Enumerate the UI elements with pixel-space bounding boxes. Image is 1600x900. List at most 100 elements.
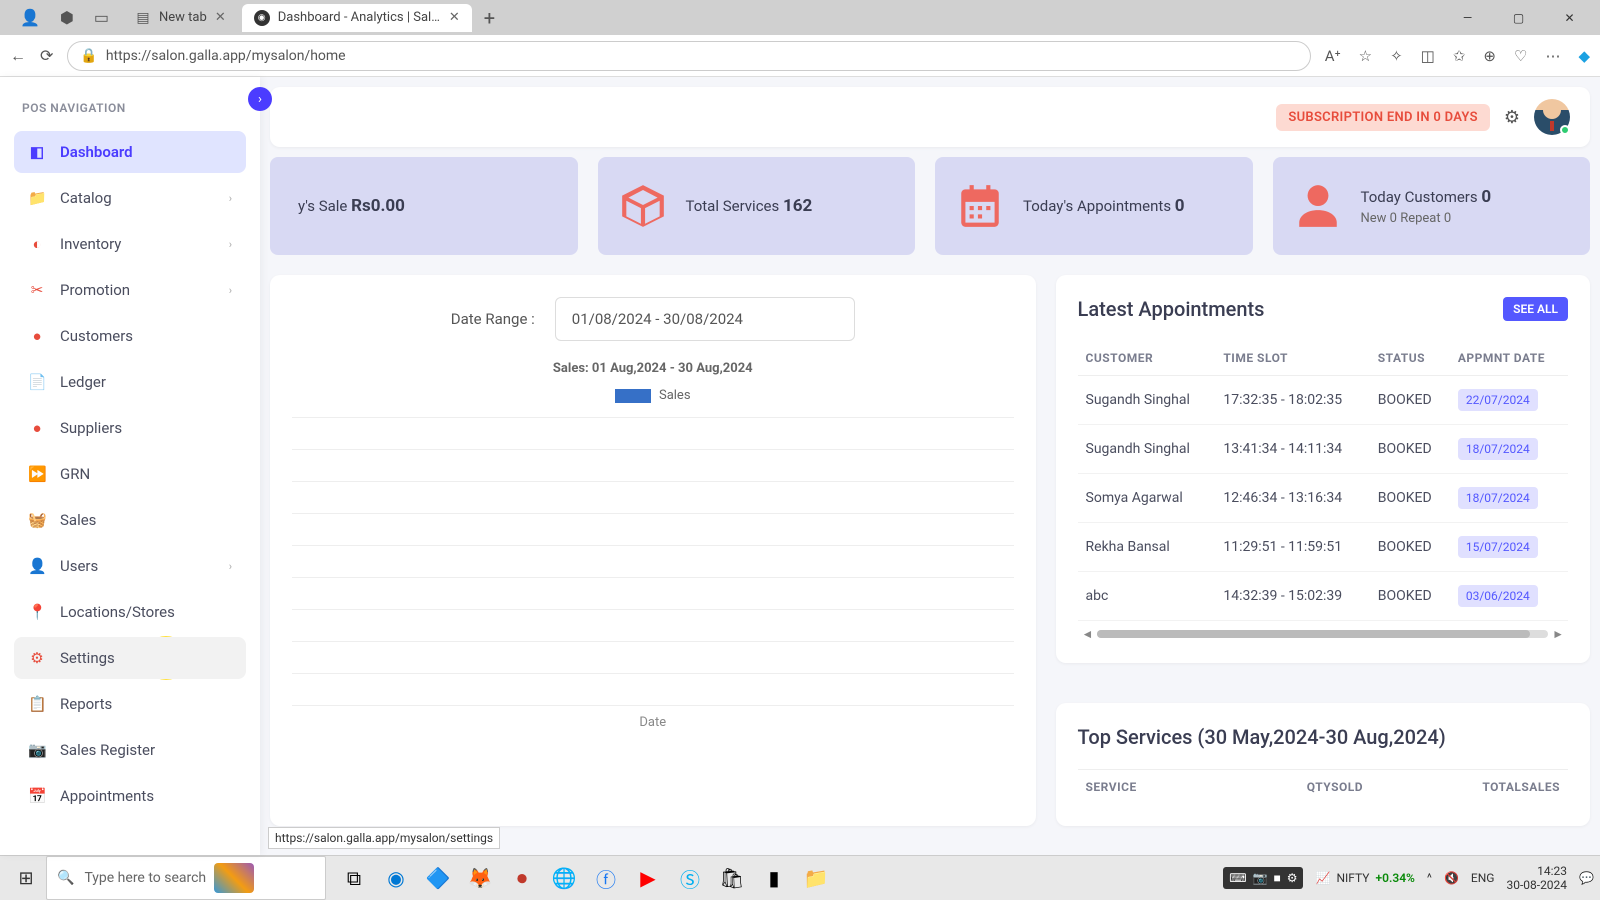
sidebar-item-suppliers[interactable]: ● Suppliers — [14, 407, 246, 449]
user-avatar[interactable] — [1534, 99, 1570, 135]
menu-icon[interactable]: ⋯ — [1545, 47, 1560, 65]
stat-card: y's Sale Rs0.00 — [270, 157, 578, 255]
appointments-title: Latest Appointments — [1078, 297, 1265, 321]
tab-close-icon[interactable]: ✕ — [215, 10, 226, 25]
stock-name: NIFTY — [1336, 871, 1369, 885]
scroll-right-icon[interactable]: ► — [1548, 627, 1568, 641]
skype-icon[interactable]: Ⓢ — [676, 864, 704, 892]
app-icon[interactable]: ▮ — [760, 864, 788, 892]
cell-customer: Sugandh Singhal — [1078, 425, 1216, 474]
sidebar-item-settings[interactable]: ⚙ Settings — [14, 637, 246, 679]
browser-tab-strip: 👤 ⬢ ▭ ▤ New tab ✕ ◉ Dashboard - Analytic… — [0, 0, 1600, 35]
language-indicator[interactable]: ENG — [1471, 871, 1495, 885]
search-icon: 🔍 — [57, 870, 74, 886]
table-scrollbar[interactable]: ◄ ► — [1078, 627, 1568, 641]
sidebar-item-customers[interactable]: ● Customers — [14, 315, 246, 357]
explorer-icon[interactable]: 📁 — [802, 864, 830, 892]
legend-label: Sales — [659, 388, 691, 403]
sidebar-item-appointments[interactable]: 📅 Appointments — [14, 775, 246, 817]
downloads-icon[interactable]: ♡ — [1514, 47, 1527, 65]
scroll-left-icon[interactable]: ◄ — [1078, 627, 1098, 641]
extensions-icon[interactable]: ✧ — [1390, 47, 1403, 65]
favorites-icon[interactable]: ✩ — [1453, 47, 1466, 65]
nav-icon: ● — [28, 419, 46, 437]
date-range-input[interactable] — [555, 297, 855, 341]
nav-label: Inventory — [60, 235, 121, 253]
collections-icon[interactable]: ⊕ — [1483, 47, 1496, 65]
tab-actions-icon[interactable]: ▭ — [94, 8, 109, 27]
see-all-button[interactable]: SEE ALL — [1503, 297, 1568, 321]
nav-icon: 📄 — [28, 373, 46, 391]
maximize-button[interactable]: ▢ — [1496, 3, 1541, 33]
back-icon[interactable]: ← — [10, 46, 26, 66]
nav-label: Catalog — [60, 189, 112, 207]
column-header: TIME SLOT — [1215, 341, 1369, 376]
copilot-task-icon[interactable]: 🔷 — [424, 864, 452, 892]
browser-tab-dashboard[interactable]: ◉ Dashboard - Analytics | Salon & S ✕ — [242, 4, 472, 32]
volume-mute-icon[interactable]: 🔇 — [1444, 871, 1459, 885]
youtube-icon[interactable]: ▶ — [634, 864, 662, 892]
clock[interactable]: 14:23 30-08-2024 — [1506, 864, 1567, 893]
address-bar: ← ⟳ 🔒 https://salon.galla.app/mysalon/ho… — [0, 35, 1600, 77]
stock-widget[interactable]: 📈 NIFTY +0.34% — [1315, 871, 1414, 885]
table-row[interactable]: Sugandh Singhal 13:41:34 - 14:11:34 BOOK… — [1078, 425, 1568, 474]
url-input[interactable]: 🔒 https://salon.galla.app/mysalon/home — [67, 41, 1310, 71]
table-row[interactable]: Sugandh Singhal 17:32:35 - 18:02:35 BOOK… — [1078, 376, 1568, 425]
sidebar-item-dashboard[interactable]: ◧ Dashboard — [14, 131, 246, 173]
workspaces-icon[interactable]: ⬢ — [60, 8, 74, 27]
firefox-icon[interactable]: 🦊 — [466, 864, 494, 892]
task-view-icon[interactable]: ⧉ — [340, 864, 368, 892]
tab-favicon-icon: ▤ — [135, 10, 151, 26]
browser-tab-new[interactable]: ▤ New tab ✕ — [123, 4, 238, 32]
taskbar-search[interactable]: 🔍 Type here to search — [46, 856, 326, 900]
tab-close-icon[interactable]: ✕ — [449, 10, 460, 25]
table-row[interactable]: Rekha Bansal 11:29:51 - 11:59:51 BOOKED … — [1078, 523, 1568, 572]
notifications-icon[interactable]: 💬 — [1579, 871, 1594, 885]
store-icon[interactable]: 🛍 — [718, 864, 746, 892]
sidebar-item-reports[interactable]: 📋 Reports — [14, 683, 246, 725]
chart-area — [292, 417, 1014, 707]
nav-icon: ◐ — [28, 235, 46, 253]
close-window-button[interactable]: ✕ — [1547, 3, 1592, 33]
record-icon[interactable]: ⏺ — [508, 864, 536, 892]
copilot-icon[interactable]: ◆ — [1578, 47, 1590, 65]
edge-icon[interactable]: ◉ — [382, 864, 410, 892]
chevron-right-icon: › — [229, 560, 232, 573]
profile-icon[interactable]: 👤 — [20, 8, 40, 27]
sidebar-item-sales[interactable]: 🧺 Sales — [14, 499, 246, 541]
tray-expand-icon[interactable]: ^ — [1427, 871, 1432, 885]
sidebar-item-locations-stores[interactable]: 📍 Locations/Stores — [14, 591, 246, 633]
main-content: SUBSCRIPTION END IN 0 DAYS ⚙ d y's Sale … — [260, 77, 1600, 855]
video-icon: ■ — [1273, 871, 1280, 885]
start-button[interactable]: ⊞ — [6, 858, 46, 898]
sidebar-toggle-button[interactable]: › — [248, 87, 272, 111]
chrome-icon[interactable]: 🌐 — [550, 864, 578, 892]
refresh-icon[interactable]: ⟳ — [40, 46, 53, 65]
stat-text: Today's Appointments 0 — [1023, 196, 1185, 216]
cell-status: BOOKED — [1370, 376, 1450, 425]
sidebar-item-ledger[interactable]: 📄 Ledger — [14, 361, 246, 403]
table-row[interactable]: Somya Agarwal 12:46:34 - 13:16:34 BOOKED… — [1078, 474, 1568, 523]
split-icon[interactable]: ◫ — [1421, 47, 1435, 65]
favorite-icon[interactable]: ☆ — [1359, 47, 1372, 65]
facebook-icon[interactable]: ⓕ — [592, 864, 620, 892]
text-size-icon[interactable]: A⁺ — [1325, 47, 1341, 65]
sidebar-item-inventory[interactable]: ◐ Inventory › — [14, 223, 246, 265]
sidebar-item-users[interactable]: 👤 Users › — [14, 545, 246, 587]
settings-gear-icon[interactable]: ⚙ — [1504, 107, 1520, 128]
sidebar-item-sales-register[interactable]: 📷 Sales Register — [14, 729, 246, 771]
date-range-label: Date Range : — [451, 310, 535, 328]
sidebar-item-grn[interactable]: ⏩ GRN — [14, 453, 246, 495]
stat-icon — [955, 181, 1005, 231]
cell-date: 18/07/2024 — [1450, 474, 1568, 523]
table-row[interactable]: abc 14:32:39 - 15:02:39 BOOKED 03/06/202… — [1078, 572, 1568, 621]
sidebar-item-promotion[interactable]: ✂ Promotion › — [14, 269, 246, 311]
nav-icon: 📋 — [28, 695, 46, 713]
new-tab-button[interactable]: + — [474, 6, 505, 30]
tab-favicon-icon: ◉ — [254, 10, 270, 26]
sidebar-item-catalog[interactable]: 📁 Catalog › — [14, 177, 246, 219]
nav-icon: 📁 — [28, 189, 46, 207]
stat-subtext: New 0 Repeat 0 — [1361, 211, 1492, 226]
tray-media-controls[interactable]: ⌨ 📷 ■ ⚙ — [1223, 867, 1303, 889]
minimize-button[interactable]: — — [1445, 3, 1490, 33]
